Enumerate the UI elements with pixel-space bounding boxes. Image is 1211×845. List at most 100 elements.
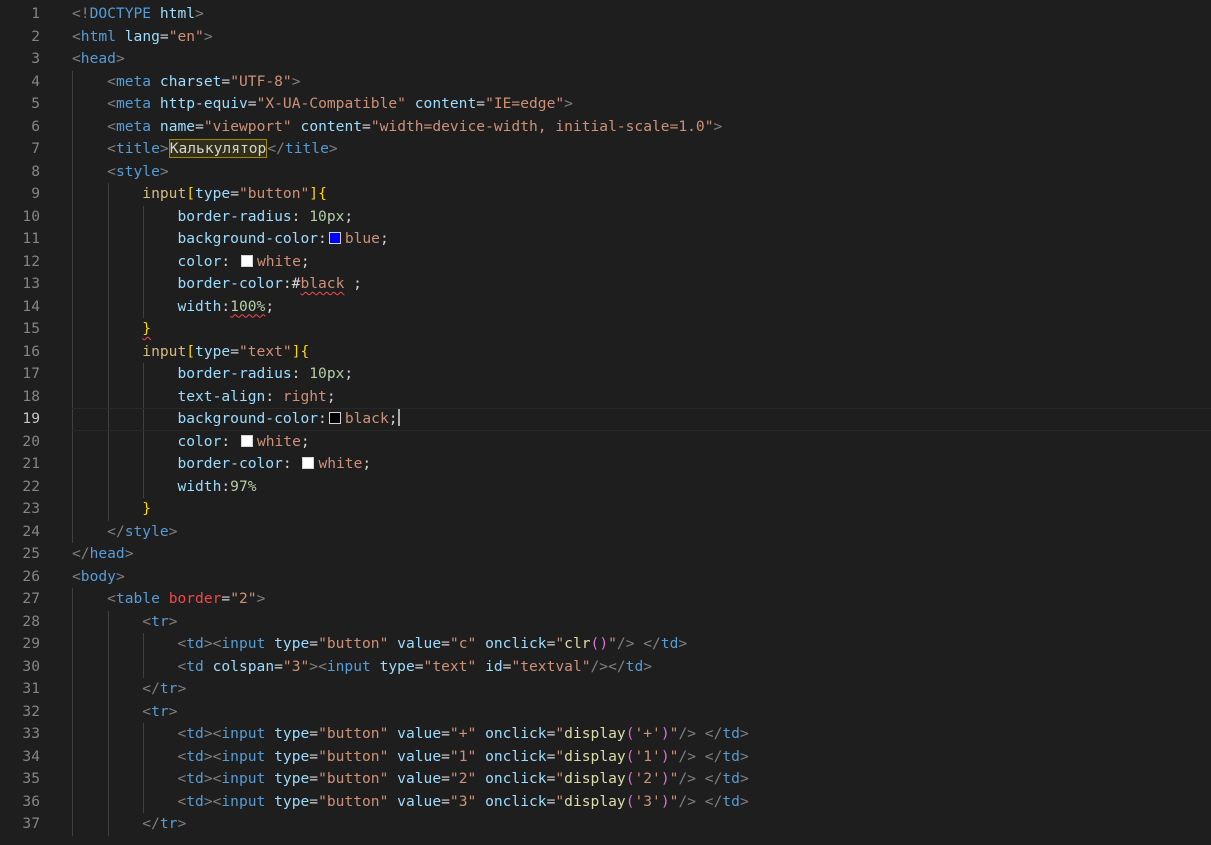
code-line[interactable]: 17 border-radius: 10px; (0, 363, 1211, 386)
code-line[interactable]: 15 } (0, 318, 1211, 341)
code-line[interactable]: 14 width:100%; (0, 296, 1211, 319)
line-number: 36 (22, 792, 40, 810)
code-line[interactable]: 29 <td><input type="button" value="c" on… (0, 633, 1211, 656)
code-token: > (203, 27, 213, 45)
color-swatch-icon[interactable] (240, 434, 253, 447)
color-swatch-icon[interactable] (240, 254, 253, 267)
code-token: = (414, 657, 424, 675)
code-line[interactable]: 1 <!DOCTYPE html> (0, 3, 1211, 26)
code-line[interactable]: 3 <head> (0, 48, 1211, 71)
code-token: </ (107, 522, 125, 540)
line-number: 33 (22, 725, 40, 742)
code-line[interactable]: 32 <tr> (0, 701, 1211, 724)
code-token: type (274, 770, 310, 787)
code-token: "text" (238, 342, 292, 360)
code-token: "viewport" (203, 117, 292, 135)
code-line[interactable]: 6 <meta name="viewport" content="width=d… (0, 116, 1211, 139)
code-line[interactable]: 25 </head> (0, 543, 1211, 566)
code-line[interactable]: 11 background-color: blue; (0, 228, 1211, 251)
code-token: } (142, 320, 152, 337)
code-token: </ (142, 680, 160, 697)
code-line[interactable]: 10 border-radius: 10px; (0, 206, 1211, 229)
code-token: input (142, 342, 187, 360)
code-token: </ (267, 140, 285, 157)
code-text: border-radius: 10px; (72, 206, 353, 229)
code-token: meta (115, 117, 152, 135)
code-token: ]{ (291, 342, 310, 360)
color-swatch-icon[interactable] (328, 232, 341, 244)
code-line[interactable]: 19 background-color: black; (0, 408, 1211, 431)
line-number: 31 (22, 680, 40, 697)
code-line[interactable]: 9 input[type="button"]{ (0, 183, 1211, 206)
code-line[interactable]: 33 <td><input type="button" value="+" on… (0, 723, 1211, 746)
code-text: <html lang="en"> (72, 26, 213, 49)
line-number: 24 (22, 522, 40, 540)
code-token: " (555, 747, 565, 765)
code-text: </head> (72, 543, 134, 566)
code-token: = (195, 117, 204, 135)
code-token: "3" (449, 792, 477, 810)
code-token: >< (203, 635, 222, 652)
code-line[interactable]: 31 </tr> (0, 678, 1211, 701)
code-token: td (660, 635, 679, 652)
code-token: type (274, 792, 310, 810)
color-swatch-icon[interactable] (328, 412, 341, 424)
code-line[interactable]: 24 </style> (0, 521, 1211, 544)
code-token: ; (344, 365, 354, 382)
code-line[interactable]: 22 width:97% (0, 476, 1211, 499)
code-token: meta (115, 95, 152, 112)
code-text: <meta name="viewport" content="width=dev… (72, 116, 722, 139)
code-token: onclick (485, 725, 547, 742)
code-line[interactable]: 34 <td><input type="button" value="1" on… (0, 746, 1211, 769)
code-token: < (177, 635, 187, 652)
code-token: "2" (449, 770, 477, 787)
line-number: 37 (22, 815, 40, 832)
code-line[interactable]: 36 <td><input type="button" value="3" on… (0, 791, 1211, 814)
code-line[interactable]: 4 <meta charset="UTF-8"> (0, 71, 1211, 94)
code-token: "X-UA-Compatible" (256, 95, 406, 112)
code-line[interactable]: 28 <tr> (0, 611, 1211, 634)
code-token: 10px (309, 207, 345, 225)
code-text: <!DOCTYPE html> (72, 3, 204, 26)
code-token: /> </ (678, 725, 723, 742)
code-line[interactable]: 30 <td colspan="3"><input type="text" id… (0, 656, 1211, 679)
code-token: >< (203, 725, 222, 742)
code-token: > (124, 545, 134, 562)
code-line[interactable]: 2 <html lang="en"> (0, 26, 1211, 49)
code-line[interactable]: 23 } (0, 498, 1211, 521)
code-line[interactable]: 27 <table border="2"> (0, 588, 1211, 611)
code-token: = (476, 95, 486, 112)
code-line[interactable]: 12 color: white; (0, 251, 1211, 274)
code-token: width (177, 477, 222, 495)
code-line[interactable]: 35 <td><input type="button" value="2" on… (0, 768, 1211, 791)
color-swatch-icon[interactable] (302, 457, 315, 469)
line-number: 23 (22, 500, 40, 517)
code-line[interactable]: 18 text-align: right; (0, 386, 1211, 409)
code-line[interactable]: 26 <body> (0, 566, 1211, 589)
code-line[interactable]: 37 </tr> (0, 813, 1211, 836)
code-line[interactable]: 7 <title>Калькулятор</title> (0, 138, 1211, 161)
code-line[interactable]: 21 border-color: white; (0, 453, 1211, 476)
code-token: > (115, 50, 125, 67)
code-text: <td><input type="button" value="1" oncli… (72, 746, 748, 769)
code-line[interactable]: 20 color: white; (0, 431, 1211, 454)
code-line[interactable]: 8 <style> (0, 161, 1211, 184)
code-editor[interactable]: 1 <!DOCTYPE html> 2 <html lang="en"> 3 <head>… (0, 0, 1211, 845)
code-line[interactable]: 16 input[type="text"]{ (0, 341, 1211, 364)
code-token: > (643, 657, 653, 675)
code-line[interactable]: 5 <meta http-equiv="X-UA-Compatible" con… (0, 93, 1211, 116)
code-token: td (186, 792, 204, 810)
code-line[interactable]: 13 border-color:#black ; (0, 273, 1211, 296)
code-text: input[type="button"]{ (72, 183, 327, 206)
code-token: ; (265, 297, 275, 315)
code-token: > (291, 72, 301, 90)
code-text: border-color: white; (72, 453, 371, 476)
